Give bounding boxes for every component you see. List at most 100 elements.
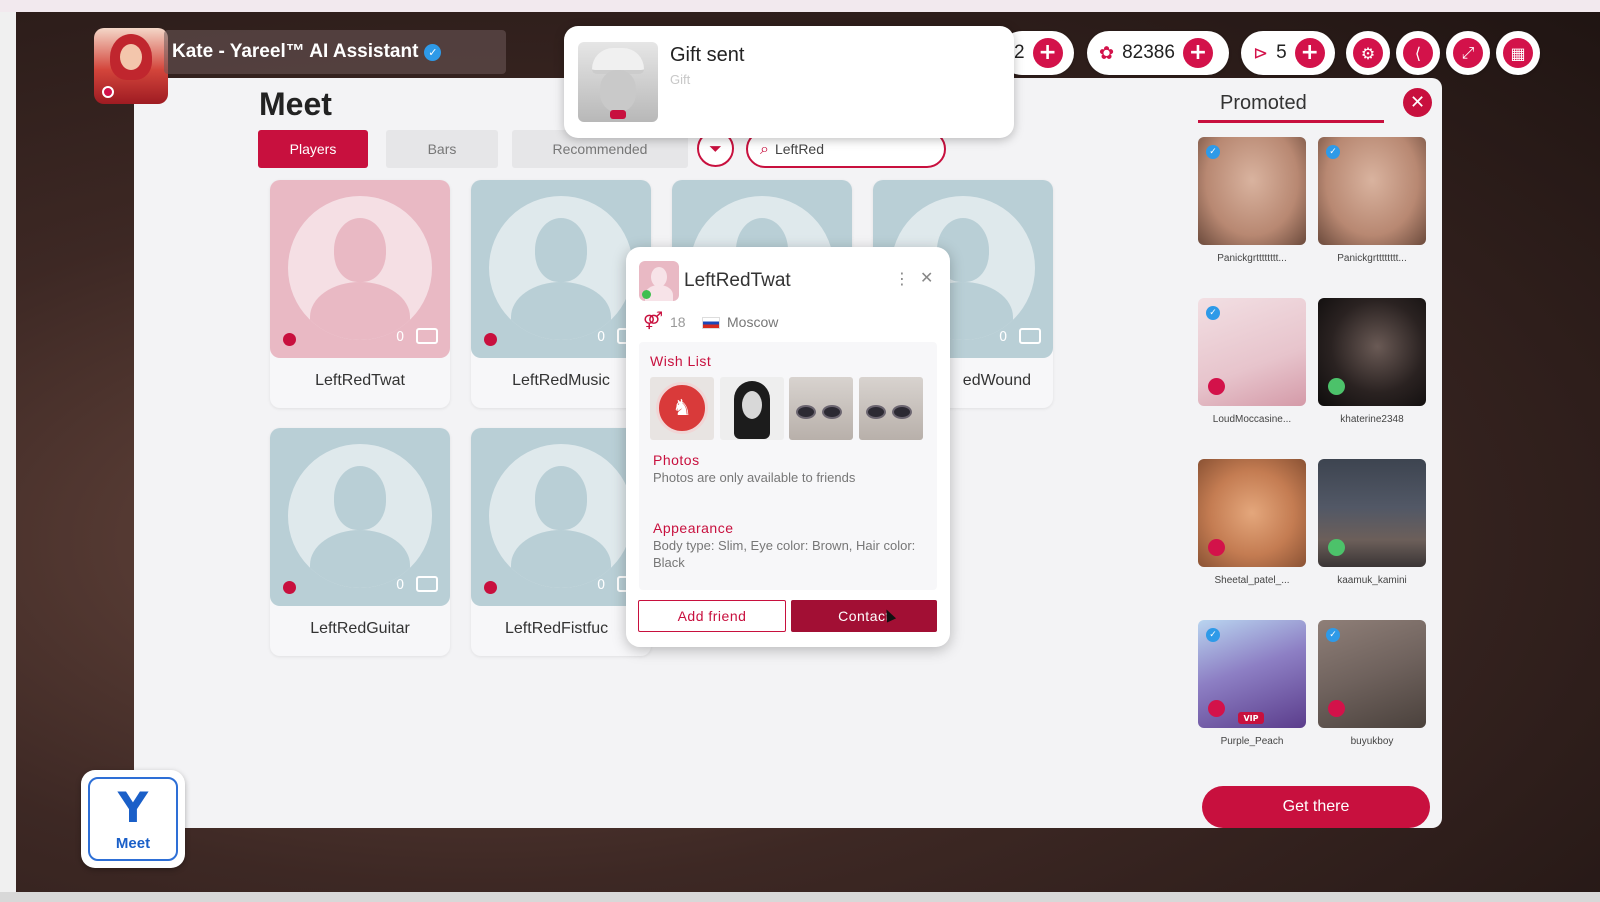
player-name: LeftRedGuitar [310, 620, 410, 637]
verified-icon: ✓ [1326, 628, 1340, 642]
hud-partial-value: 2 [1014, 42, 1025, 63]
status-dot [1208, 700, 1225, 717]
strawberry-coin-icon: ✿ [1099, 42, 1115, 64]
russia-flag-icon [702, 317, 720, 329]
photo-count: 0 [597, 578, 606, 593]
tab-players[interactable]: Players [258, 130, 368, 168]
promoted-name: kaamuk_kamini [1337, 575, 1407, 586]
toast-title: Gift sent [670, 44, 745, 66]
wish-item[interactable] [789, 377, 853, 440]
profile-avatar [639, 261, 679, 301]
tickets-pill: ⊳ 5 + [1241, 31, 1335, 75]
player-name: LeftRedFistfuc [505, 620, 609, 637]
plus-icon[interactable]: + [1032, 38, 1063, 68]
share-icon: ⟨ [1403, 38, 1433, 68]
photo-count: 0 [396, 330, 405, 345]
silhouette-head [535, 466, 587, 530]
status-dot [102, 86, 114, 98]
avatar-face [120, 44, 142, 70]
player-card[interactable]: 0 LeftRedFistfuc [471, 428, 651, 656]
photos-label: Photos [653, 452, 700, 468]
share-button[interactable]: ⟨ [1396, 31, 1440, 75]
status-dot [1328, 539, 1345, 556]
photo-count: 0 [999, 330, 1008, 345]
face-placeholder [742, 391, 762, 419]
contact-button[interactable]: Contact [791, 600, 937, 632]
meet-shortcut-frame: Y Meet [88, 777, 178, 861]
status-dot [283, 581, 296, 594]
avatar-head [651, 267, 667, 287]
player-name: Kate - Yareel™ AI Assistant [172, 41, 419, 62]
status-dot [1208, 378, 1225, 395]
silhouette-body [310, 530, 410, 588]
add-coins-button[interactable]: + [1182, 38, 1213, 68]
coins-pill: ✿ 82386 + [1087, 31, 1229, 75]
promoted-underline [1198, 120, 1384, 123]
promoted-name: khaterine2348 [1340, 414, 1404, 425]
player-thumbnail: 0 [471, 428, 651, 606]
calendar-icon: ▦ [1503, 38, 1533, 68]
bottom-edge [0, 892, 1600, 902]
wish-item[interactable] [859, 377, 923, 440]
promoted-name: buyukboy [1350, 736, 1394, 747]
gear-icon: ⚙ [1353, 38, 1383, 68]
more-options-icon[interactable]: ⋮ [894, 269, 910, 288]
promoted-name: LoudMoccasine... [1212, 414, 1292, 425]
avatar-placeholder [489, 196, 633, 340]
sunglasses-icon [796, 405, 816, 419]
promoted-card[interactable]: ✓ VIP Purple_Peach [1198, 620, 1306, 765]
verified-icon: ✓ [1206, 306, 1220, 320]
player-card[interactable]: 0 LeftRedMusic [471, 180, 651, 408]
promoted-name: Panickgrtttttttt... [1337, 253, 1407, 264]
fullscreen-button[interactable]: ⤢ [1446, 31, 1490, 75]
silhouette-body [310, 282, 410, 340]
player-card[interactable]: 0 LeftRedTwat [270, 180, 450, 408]
toast-subtitle: Gift [670, 72, 691, 87]
photos-text: Photos are only available to friends [653, 470, 856, 485]
promoted-card[interactable]: ✓ LoudMoccasine... [1198, 298, 1306, 443]
search-input[interactable] [774, 141, 925, 157]
get-there-button[interactable]: Get there [1202, 786, 1430, 828]
promoted-card[interactable]: kaamuk_kamini [1318, 459, 1426, 604]
promoted-card[interactable]: ✓ Panickgrtttttttt... [1198, 137, 1306, 282]
add-friend-button[interactable]: Add friend [638, 600, 786, 632]
vip-badge-icon [610, 110, 626, 119]
promoted-card[interactable]: ✓ Panickgrtttttttt... [1318, 137, 1426, 282]
status-dot [484, 581, 497, 594]
player-name: LeftRedMusic [512, 372, 610, 389]
appearance-label: Appearance [653, 520, 734, 536]
appearance-text: Body type: Slim, Eye color: Brown, Hair … [653, 538, 916, 570]
player-thumbnail: 0 [471, 180, 651, 358]
left-edge [0, 12, 16, 892]
player-name: LeftRedTwat [315, 372, 405, 389]
player-thumbnail: 0 [270, 428, 450, 606]
close-icon[interactable]: ✕ [1403, 88, 1432, 117]
camera-icon [1019, 328, 1041, 344]
filter-icon: ⏷ [709, 138, 722, 158]
wish-item[interactable]: ♞ [650, 377, 714, 440]
verified-icon: ✓ [1206, 628, 1220, 642]
player-card[interactable]: 0 LeftRedGuitar [270, 428, 450, 656]
promoted-card[interactable]: Sheetal_patel_... [1198, 459, 1306, 604]
verified-icon: ✓ [424, 43, 442, 61]
avatar-placeholder [288, 444, 432, 588]
verified-icon: ✓ [1326, 145, 1340, 159]
tab-bars[interactable]: Bars [386, 130, 498, 168]
settings-button[interactable]: ⚙ [1346, 31, 1390, 75]
sunglasses-lens [892, 405, 912, 419]
close-icon[interactable]: ✕ [920, 268, 933, 287]
calendar-button[interactable]: ▦ [1496, 31, 1540, 75]
meet-shortcut-button[interactable]: Y Meet [81, 770, 185, 868]
status-dot [1328, 378, 1345, 395]
tickets-value: 5 [1276, 42, 1287, 63]
add-tickets-button[interactable]: + [1294, 38, 1325, 68]
vip-badge: VIP [1238, 712, 1264, 724]
promoted-card[interactable]: ✓ buyukboy [1318, 620, 1426, 765]
status-dot [484, 333, 497, 346]
promoted-title: Promoted [1220, 92, 1307, 114]
promoted-name: Purple_Peach [1220, 736, 1284, 747]
silhouette-body [511, 530, 611, 588]
promoted-card[interactable]: khaterine2348 [1318, 298, 1426, 443]
player-avatar[interactable] [94, 28, 168, 104]
wish-item[interactable] [720, 377, 784, 440]
